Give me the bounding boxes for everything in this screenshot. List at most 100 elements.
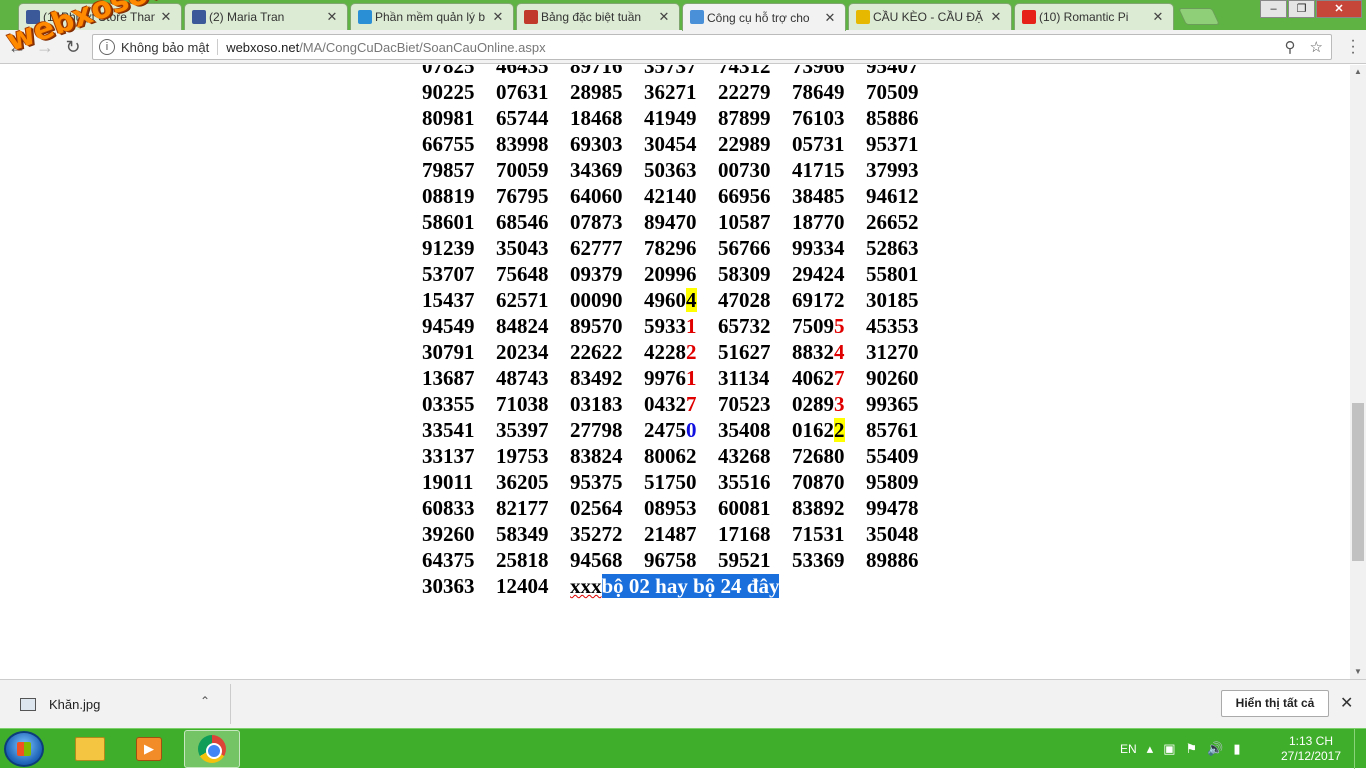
number-cell: 31134 [718, 366, 770, 390]
tool-icon [690, 10, 704, 24]
clock[interactable]: 1:13 CH 27/12/2017 [1276, 734, 1346, 764]
page-content: 07825 46435 89716 35737 74312 73966 95407 90225… [0, 65, 1350, 679]
url-path[interactable]: /MA/CongCuDacBiet/SoanCauOnline.aspx [299, 40, 545, 55]
number-cell: 85761 [866, 418, 919, 442]
show-all-downloads-button[interactable]: Hiển thị tất cả [1221, 690, 1329, 717]
browser-tab[interactable]: (10) Romantic Pi ✕ [1014, 3, 1174, 30]
chevron-up-icon[interactable]: ⌃ [200, 694, 210, 708]
highlighted-digit: 7 [834, 366, 845, 390]
tray-expand-icon[interactable]: ▴ [1147, 741, 1154, 757]
typed-text[interactable]: xxx [570, 574, 602, 598]
number-cell: 33137 [422, 444, 475, 468]
number-cell: 31270 [866, 340, 919, 364]
selected-text[interactable]: bộ 02 hay bộ 24 đây [601, 574, 780, 598]
minimize-button[interactable]: – [1260, 0, 1287, 18]
number-row: 64375 25818 94568 96758 59521 53369 89886 [422, 547, 940, 573]
number-cell: 71038 [496, 392, 549, 416]
highlighted-digit: 4 [686, 288, 697, 312]
tab-strip: (1) Phượt Store Thanh ✕ (2) Maria Tran ✕ Phầ… [0, 0, 1366, 31]
close-tab-icon[interactable]: ✕ [823, 10, 837, 26]
close-window-button[interactable]: ✕ [1316, 0, 1362, 18]
address-divider [217, 39, 219, 55]
highlighted-digit: 0 [686, 418, 697, 442]
number-cell: 42282 [644, 340, 697, 364]
number-cell: 58309 [718, 262, 771, 286]
info-icon[interactable]: i [99, 39, 115, 55]
zoom-search-icon[interactable]: ⚲ [1285, 38, 1296, 56]
scroll-down-icon[interactable]: ▼ [1350, 665, 1366, 679]
number-cell: 89570 [570, 314, 623, 338]
scrollbar-thumb[interactable] [1352, 403, 1364, 561]
number-cell: 99761 [644, 366, 697, 390]
number-cell: 76103 [792, 106, 845, 130]
tab-title: Bảng đặc biệt tuần [541, 10, 642, 24]
browser-tab[interactable]: Bảng đặc biệt tuần ✕ [516, 3, 680, 30]
number-cell: 24750 [644, 418, 697, 442]
scroll-up-icon[interactable]: ▲ [1350, 65, 1366, 79]
close-tab-icon[interactable]: ✕ [1151, 9, 1165, 25]
close-tab-icon[interactable]: ✕ [657, 9, 671, 25]
close-tab-icon[interactable]: ✕ [491, 9, 505, 25]
bookmark-star-icon[interactable]: ☆ [1310, 38, 1323, 56]
download-filename: Khăn.jpg [49, 697, 101, 712]
close-tab-icon[interactable]: ✕ [989, 9, 1003, 25]
number-cell: 58349 [496, 522, 549, 546]
download-item[interactable]: Khăn.jpg ⌃ [0, 684, 231, 724]
number-cell: 95809 [866, 470, 919, 494]
number-cell: 22279 [718, 80, 771, 104]
youtube-icon [1022, 10, 1036, 24]
number-cell: 79857 [422, 158, 475, 182]
number-row: 07825 46435 89716 35737 74312 73966 95407 [422, 65, 940, 79]
number-cell: 35516 [718, 470, 771, 494]
number-cell: 08819 [422, 184, 475, 208]
taskbar-explorer[interactable] [62, 730, 118, 768]
url-host[interactable]: webxoso.net [226, 40, 299, 55]
flag-icon[interactable]: ⚑ [1186, 741, 1198, 757]
image-file-icon [20, 698, 36, 711]
language-indicator[interactable]: EN [1120, 742, 1137, 756]
browser-tab[interactable]: CẦU KÈO - CẦU ĐẶ ✕ [848, 3, 1012, 30]
number-cell: 35048 [866, 522, 919, 546]
close-download-bar-icon[interactable]: ✕ [1340, 693, 1353, 713]
browser-tab[interactable]: Công cụ hỗ trợ cho ✕ [682, 3, 846, 31]
number-cell: 95375 [570, 470, 623, 494]
number-cell: 64060 [570, 184, 623, 208]
menu-dots-icon[interactable]: · · · [1346, 33, 1360, 61]
number-cell: 30454 [644, 132, 697, 156]
address-bar[interactable]: i Không bảo mật webxoso.net/MA/CongCuDac… [92, 34, 1332, 60]
number-cell: 35272 [570, 522, 623, 546]
number-cell: 35397 [496, 418, 549, 442]
device-icon[interactable]: ▣ [1163, 741, 1175, 757]
taskbar-chrome[interactable] [184, 730, 240, 768]
maximize-button[interactable]: ❐ [1288, 0, 1315, 18]
number-cell: 30185 [866, 288, 919, 312]
browser-tab[interactable]: (2) Maria Tran ✕ [184, 3, 348, 30]
number-cell: 90225 [422, 80, 475, 104]
network-signal-icon[interactable]: ▮ [1233, 741, 1240, 757]
close-tab-icon[interactable]: ✕ [159, 9, 173, 25]
show-desktop-button[interactable] [1354, 729, 1366, 769]
number-cell: 84824 [496, 314, 549, 338]
start-button[interactable] [4, 731, 44, 767]
browser-tab[interactable]: Phần mềm quản lý b ✕ [350, 3, 514, 30]
security-label[interactable]: Không bảo mật [121, 40, 209, 55]
number-cell: 03183 [570, 392, 623, 416]
media-player-icon: ▶ [136, 737, 162, 761]
taskbar-media-player[interactable]: ▶ [121, 730, 177, 768]
number-cell: 15437 [422, 288, 475, 312]
number-cell: 55409 [866, 444, 919, 468]
number-cell: 70870 [792, 470, 845, 494]
new-tab-button[interactable] [1178, 8, 1220, 25]
close-tab-icon[interactable]: ✕ [325, 9, 339, 25]
volume-icon[interactable]: 🔊 [1207, 741, 1223, 757]
number-cell: 82177 [496, 496, 549, 520]
number-cell: 75095 [792, 314, 845, 338]
number-cell: 19011 [422, 470, 474, 494]
number-cell: 71531 [792, 522, 845, 546]
number-cell: 89716 [570, 65, 623, 78]
vertical-scrollbar[interactable]: ▲ ▼ [1350, 65, 1366, 679]
number-row: 94549 84824 89570 59331 65732 75095 45353 [422, 313, 940, 339]
number-cell: 69303 [570, 132, 623, 156]
number-cell: 05731 [792, 132, 845, 156]
number-cell: 12404 [496, 574, 549, 598]
